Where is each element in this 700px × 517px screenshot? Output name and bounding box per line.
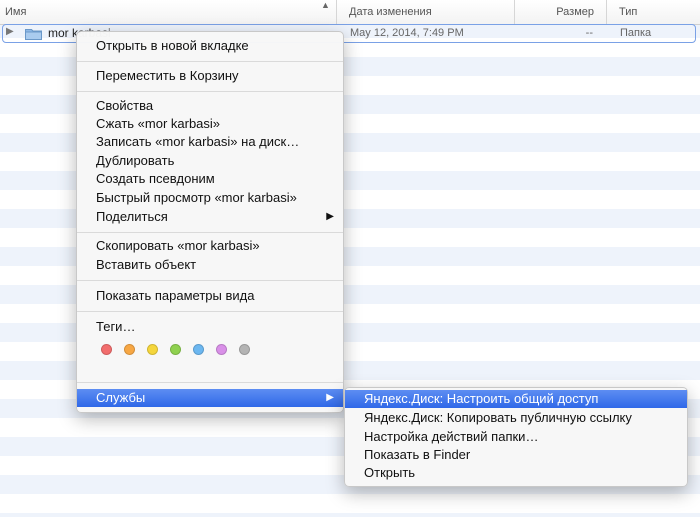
- tag-orange-dot[interactable]: [124, 344, 135, 355]
- tag-green-dot[interactable]: [170, 344, 181, 355]
- column-date-label: Дата изменения: [349, 6, 432, 18]
- menu-item-show-view-options[interactable]: Показать параметры вида: [77, 287, 343, 305]
- menu-item-open-new-tab[interactable]: Открыть в новой вкладке: [77, 37, 343, 55]
- menu-item-share-label: Поделиться: [96, 209, 168, 224]
- menu-item-paste[interactable]: Вставить объект: [77, 256, 343, 274]
- file-size: --: [585, 27, 593, 39]
- file-kind: Папка: [620, 27, 652, 39]
- submenu-item-yandex-copy-link[interactable]: Яндекс.Диск: Копировать публичную ссылку: [345, 409, 687, 427]
- column-header-date[interactable]: Дата изменения: [337, 0, 515, 24]
- file-date: May 12, 2014, 7:49 PM: [350, 27, 464, 39]
- menu-item-duplicate[interactable]: Дублировать: [77, 152, 343, 170]
- column-header-size[interactable]: Размер: [515, 0, 607, 24]
- folder-icon: [25, 29, 42, 40]
- submenu-item-open[interactable]: Открыть: [345, 464, 687, 482]
- menu-separator: [77, 311, 343, 312]
- menu-separator: [77, 280, 343, 281]
- menu-item-share[interactable]: Поделиться ▶: [77, 208, 343, 226]
- submenu-item-show-in-finder[interactable]: Показать в Finder: [345, 446, 687, 464]
- column-size-label: Размер: [556, 6, 594, 18]
- tag-yellow-dot[interactable]: [147, 344, 158, 355]
- column-header-kind[interactable]: Тип: [607, 0, 700, 24]
- services-submenu: Яндекс.Диск: Настроить общий доступ Янде…: [344, 387, 688, 487]
- submenu-arrow-icon: ▶: [326, 211, 334, 222]
- column-header-name[interactable]: Имя: [0, 0, 337, 24]
- menu-item-burn[interactable]: Записать «mor karbasi» на диск…: [77, 133, 343, 151]
- menu-item-services-label: Службы: [96, 390, 146, 405]
- menu-item-get-info[interactable]: Свойства: [77, 97, 343, 115]
- tag-red-dot[interactable]: [101, 344, 112, 355]
- menu-item-make-alias[interactable]: Создать псевдоним: [77, 170, 343, 188]
- menu-separator: [77, 61, 343, 62]
- column-header-bar: Имя ▲ Дата изменения Размер Тип: [0, 0, 700, 25]
- sort-ascending-icon[interactable]: ▲: [321, 0, 330, 10]
- menu-separator: [77, 232, 343, 233]
- menu-item-compress[interactable]: Сжать «mor karbasi»: [77, 115, 343, 133]
- menu-item-services[interactable]: Службы ▶: [77, 389, 343, 407]
- disclosure-triangle-icon[interactable]: ▶: [6, 26, 14, 37]
- menu-separator: [77, 382, 343, 383]
- menu-item-move-to-trash[interactable]: Переместить в Корзину: [77, 67, 343, 85]
- menu-item-copy[interactable]: Скопировать «mor karbasi»: [77, 237, 343, 255]
- column-name-label: Имя: [5, 6, 27, 18]
- menu-item-tags[interactable]: Теги…: [77, 318, 343, 336]
- tag-purple-dot[interactable]: [216, 344, 227, 355]
- submenu-item-yandex-share[interactable]: Яндекс.Диск: Настроить общий доступ: [345, 390, 687, 408]
- column-kind-label: Тип: [619, 6, 638, 18]
- submenu-arrow-icon: ▶: [326, 392, 334, 403]
- tag-blue-dot[interactable]: [193, 344, 204, 355]
- menu-item-quick-look[interactable]: Быстрый просмотр «mor karbasi»: [77, 189, 343, 207]
- menu-separator: [77, 91, 343, 92]
- context-menu: Открыть в новой вкладке Переместить в Ко…: [76, 31, 344, 413]
- submenu-item-folder-actions[interactable]: Настройка действий папки…: [345, 428, 687, 446]
- tag-gray-dot[interactable]: [239, 344, 250, 355]
